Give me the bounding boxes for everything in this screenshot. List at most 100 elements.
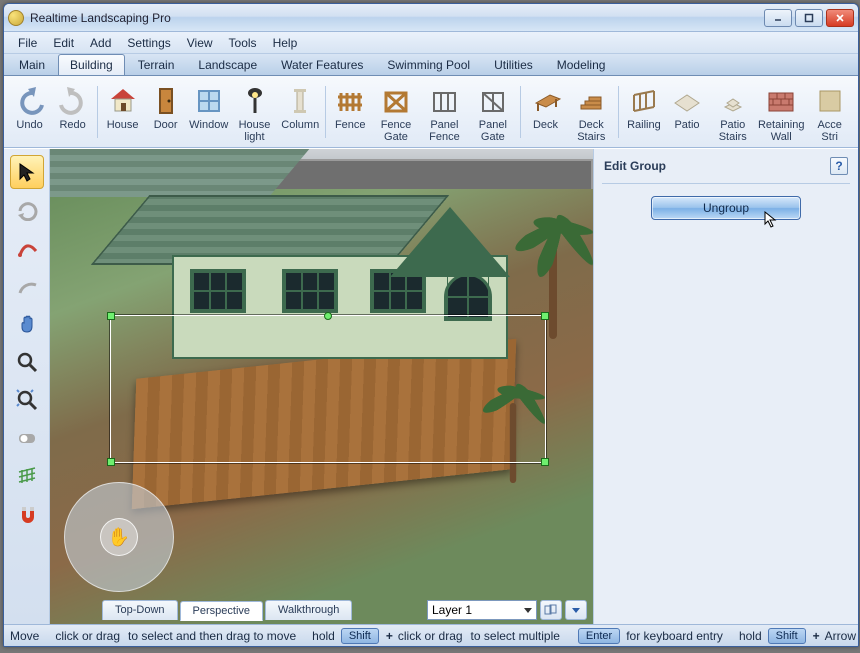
pfence-icon [428,85,460,117]
menu-add[interactable]: Add [82,34,119,52]
status-hint: to select and then drag to move [128,629,296,643]
menu-tools[interactable]: Tools [221,34,265,52]
window-icon [193,85,225,117]
tab-water-features[interactable]: Water Features [270,55,374,75]
minimize-button[interactable] [764,9,792,27]
toggle-tool[interactable] [10,421,44,455]
deck-stairs-button[interactable]: DeckStairs [567,80,615,144]
layer-more-button[interactable] [565,600,587,620]
panel-fence-button[interactable]: PanelFence [420,80,468,144]
status-hint: click or drag [398,629,463,643]
shift-key-hint: Shift [341,628,379,644]
fence-gate-button[interactable]: FenceGate [372,80,420,144]
window-title: Realtime Landscaping Pro [30,11,764,25]
menu-edit[interactable]: Edit [45,34,82,52]
railing-button[interactable]: Railing [622,80,665,144]
close-button[interactable] [826,9,854,27]
redo-icon [57,85,89,117]
house-icon [107,85,139,117]
status-mode: Move [10,629,39,643]
status-hint: hold [312,629,335,643]
menubar: FileEditAddSettingsViewToolsHelp [4,32,858,54]
column-icon [284,85,316,117]
viewtab-topdown[interactable]: Top-Down [102,600,178,620]
status-hint: to select multiple [471,629,560,643]
cursor-icon [764,211,778,229]
rwall-icon [765,85,797,117]
pan-center-icon[interactable]: ✋ [100,518,138,556]
undo-icon [14,85,46,117]
view-mode-tabs: Top-DownPerspectiveWalkthrough [102,600,352,620]
tab-modeling[interactable]: Modeling [546,55,617,75]
status-bar: Move click or drag to select and then dr… [4,624,858,646]
status-hint: for keyboard entry [626,629,723,643]
lamp-icon [239,85,271,117]
menu-file[interactable]: File [10,34,45,52]
retaining-wall-button[interactable]: RetainingWall [757,80,805,144]
app-window: Realtime Landscaping Pro FileEditAddSett… [3,3,859,647]
shift-key-hint: Shift [768,628,806,644]
tab-landscape[interactable]: Landscape [187,55,268,75]
rail-icon [628,85,660,117]
status-hint: click or drag [55,629,120,643]
viewtab-walkthrough[interactable]: Walkthrough [265,600,352,620]
fgate-icon [380,85,412,117]
deck-button[interactable]: Deck [524,80,567,144]
help-button[interactable]: ? [830,157,848,175]
arc-tool[interactable] [10,269,44,303]
scene: ✋ [50,149,593,624]
dstairs-icon [575,85,607,117]
menu-view[interactable]: View [179,34,221,52]
tab-building[interactable]: Building [58,54,125,75]
magnet-tool[interactable] [10,497,44,531]
viewtab-perspective[interactable]: Perspective [180,601,263,621]
column-button[interactable]: Column [279,80,322,144]
undo-button[interactable]: Undo [8,80,51,144]
viewport-3d[interactable]: ✋ Top-DownPerspectiveWalkthrough Layer 1 [50,149,593,624]
fence-button[interactable]: Fence [329,80,372,144]
tab-main[interactable]: Main [8,55,56,75]
door-button[interactable]: Door [144,80,187,144]
navigation-disc[interactable]: ✋ [64,482,174,592]
titlebar: Realtime Landscaping Pro [4,4,858,32]
curve-tool[interactable] [10,231,44,265]
patio-button[interactable]: Patio [665,80,708,144]
status-hint: Arrow key to nudge [825,629,858,643]
fence-icon [334,85,366,117]
zoom-tool[interactable] [10,345,44,379]
tab-utilities[interactable]: Utilities [483,55,544,75]
select-tool[interactable] [10,155,44,189]
patio-icon [671,85,703,117]
layer-selected: Layer 1 [432,603,472,617]
tab-terrain[interactable]: Terrain [127,55,186,75]
status-hint: hold [739,629,762,643]
layer-visibility-button[interactable] [540,600,562,620]
grid-tool[interactable] [10,459,44,493]
layer-dropdown[interactable]: Layer 1 [427,600,537,620]
door-icon [150,85,182,117]
acc-icon [814,85,846,117]
redo-button[interactable]: Redo [51,80,94,144]
ungroup-button-label: Ungroup [703,201,749,215]
left-toolbar [4,149,50,624]
maximize-button[interactable] [795,9,823,27]
house-light-button[interactable]: Houselight [230,80,278,144]
house-button[interactable]: House [101,80,144,144]
orbit-tool[interactable] [10,193,44,227]
menu-help[interactable]: Help [265,34,306,52]
menu-settings[interactable]: Settings [119,34,178,52]
tab-swimming-pool[interactable]: Swimming Pool [376,55,481,75]
window-button[interactable]: Window [187,80,230,144]
acce-stri-button[interactable]: AcceStri [805,80,853,144]
pan-tool[interactable] [10,307,44,341]
deck-icon [530,85,562,117]
zoom-extents-tool[interactable] [10,383,44,417]
patio-stairs-button[interactable]: PatioStairs [709,80,757,144]
chevron-down-icon [524,608,532,613]
app-icon [8,10,24,26]
panel-gate-button[interactable]: PanelGate [469,80,517,144]
ungroup-button[interactable]: Ungroup [651,196,801,220]
panel-title: Edit Group [604,159,666,173]
pgate-icon [477,85,509,117]
selection-box[interactable] [110,315,546,463]
